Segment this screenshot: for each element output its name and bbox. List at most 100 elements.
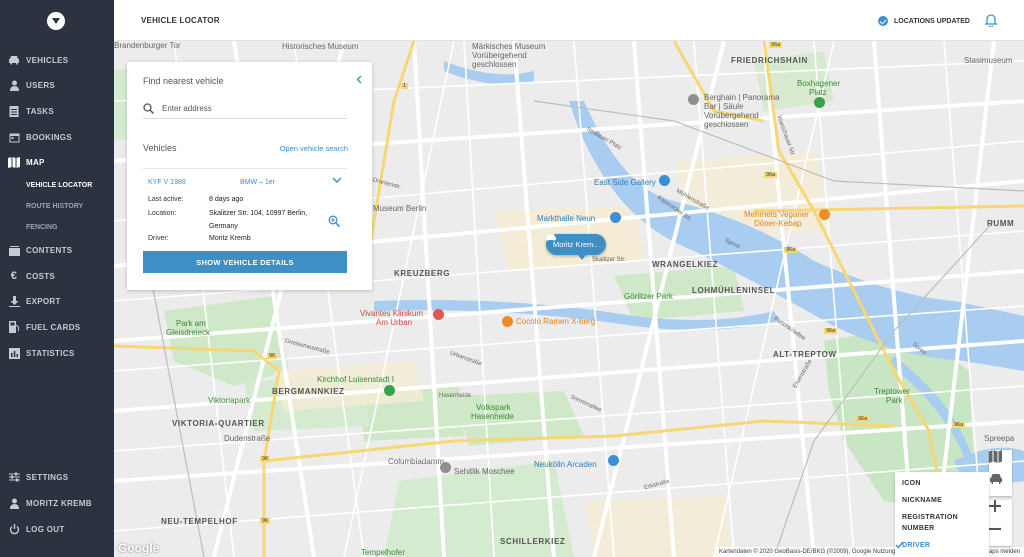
sidebar-item-map[interactable]: MAP: [0, 152, 114, 172]
map-label: Vivantes Klinikum: [360, 309, 423, 318]
label-option-registration-line2[interactable]: NUMBER: [902, 525, 935, 532]
map-label: Gleisdreieck: [166, 328, 211, 337]
chart-icon: [8, 347, 20, 359]
restaurant-poi-icon[interactable]: [819, 209, 830, 220]
map-street-label: Hasenheide: [439, 393, 472, 399]
sidebar-item-users[interactable]: USERS: [0, 75, 114, 95]
map-district-label: RUMM: [987, 219, 1015, 228]
sidebar-item-bookings[interactable]: BOOKINGS: [0, 127, 114, 147]
sidebar-item-contents[interactable]: CONTENTS: [0, 240, 114, 260]
vehicle-label-toggle[interactable]: [989, 473, 1012, 496]
map-district-label: BERGMANNKIEZ: [272, 387, 345, 396]
vehicle-plate[interactable]: KYF V 1988: [148, 179, 186, 186]
map-icon: [8, 156, 20, 168]
map-district-label: WRANGELKIEZ: [652, 260, 719, 269]
user-icon: [8, 79, 20, 91]
power-icon: [8, 523, 20, 535]
sidebar-item-export[interactable]: EXPORT: [0, 291, 114, 311]
driver-label: Driver:: [148, 235, 169, 242]
map-label: East Side Gallery: [594, 178, 656, 187]
sidebar: VEHICLES USERS TASKS BOOKINGS MAP VEHICL…: [0, 0, 114, 557]
label-option-icon[interactable]: ICON: [902, 480, 921, 487]
map-district-label: LOHMÜHLENINSEL: [692, 286, 776, 295]
sidebar-item-label: TASKS: [26, 106, 55, 116]
status-text: LOCATIONS UPDATED: [894, 17, 970, 25]
sidebar-item-profile[interactable]: MORITZ KREMB: [0, 493, 114, 513]
address-input[interactable]: [162, 104, 332, 113]
sidebar-item-costs[interactable]: € COSTS: [0, 266, 114, 286]
road-shield: 96a: [769, 42, 783, 48]
map-district-label: KREUZBERG: [394, 269, 451, 278]
hospital-poi-icon[interactable]: [433, 309, 444, 320]
sidebar-item-label: LOG OUT: [26, 524, 65, 534]
sidebar-item-logout[interactable]: LOG OUT: [0, 519, 114, 539]
map-label: Brandenburger Tor: [114, 41, 181, 50]
bell-icon[interactable]: [984, 13, 998, 27]
map-street-label: Dudenstraße: [224, 434, 271, 443]
map-district-label: ALT-TREPTOW: [773, 350, 837, 359]
sidebar-item-settings[interactable]: SETTINGS: [0, 467, 114, 487]
sidebar-item-label: EXPORT: [26, 296, 61, 306]
euro-icon: €: [10, 270, 18, 282]
label-option-nickname[interactable]: NICKNAME: [902, 497, 942, 504]
park-poi-icon[interactable]: [384, 385, 395, 396]
map-label: Volkspark: [476, 403, 511, 412]
vehicle-model[interactable]: BMW – 1er: [240, 179, 275, 186]
chevron-down-icon[interactable]: [332, 177, 342, 184]
road-shield: 96a: [784, 247, 798, 253]
map-label: Berghain | Panorama: [704, 93, 780, 102]
sidebar-item-tasks[interactable]: TASKS: [0, 101, 114, 121]
map-label: Görlitzer Park: [624, 292, 673, 301]
map-label: Am Urban: [376, 318, 413, 327]
app-logo-icon[interactable]: [47, 12, 65, 30]
vehicle-marker[interactable]: Moritz Krem..: [546, 234, 606, 260]
map-label: Neukölln Arcaden: [534, 460, 597, 469]
map-type-button[interactable]: [989, 450, 1012, 473]
shopping-poi-icon[interactable]: [610, 212, 621, 223]
map-label: geschlossen: [704, 120, 749, 129]
poi-icon[interactable]: [688, 94, 699, 105]
zoom-to-location-icon[interactable]: [328, 215, 340, 227]
label-option-driver[interactable]: DRIVER: [902, 542, 930, 549]
sidebar-item-label: COSTS: [26, 271, 56, 281]
map-label: Tempelhofer: [361, 548, 406, 557]
label-option-registration[interactable]: REGISTRATION: [902, 514, 958, 521]
road-shield: 96: [260, 456, 271, 462]
shopping-poi-icon[interactable]: [608, 455, 619, 466]
vehicle-card: KYF V 1988 BMW – 1er Last active: 8 days…: [143, 168, 347, 273]
search-icon: [143, 103, 154, 114]
road-shield: 96: [267, 353, 278, 359]
map-label: Kirchhof Luisenstadt I: [317, 375, 394, 384]
sidebar-item-statistics[interactable]: STATISTICS: [0, 343, 114, 363]
road-shield: 96a: [856, 416, 870, 422]
sidebar-item-fuel-cards[interactable]: FUEL CARDS: [0, 317, 114, 337]
location-label: Location:: [148, 210, 177, 217]
restaurant-poi-icon[interactable]: [502, 316, 513, 327]
sidebar-item-vehicles[interactable]: VEHICLES: [0, 50, 114, 70]
vehicle-marker-label: Moritz Krem..: [553, 240, 598, 249]
show-vehicle-details-button[interactable]: SHOW VEHICLE DETAILS: [143, 251, 347, 273]
fuel-card-icon: [8, 321, 20, 333]
mosque-poi-icon[interactable]: [440, 462, 451, 473]
open-vehicle-search-link[interactable]: Open vehicle search: [280, 144, 348, 153]
collapse-panel-chevron-icon[interactable]: [356, 75, 362, 87]
zoom-out-button[interactable]: [989, 523, 1012, 546]
sidebar-subitem-fencing[interactable]: FENCING: [26, 224, 58, 231]
sidebar-item-label: FUEL CARDS: [26, 322, 81, 332]
map-label: Bar | Säule: [704, 102, 744, 111]
panel-heading: Find nearest vehicle: [143, 76, 224, 86]
sidebar-subitem-vehicle-locator[interactable]: VEHICLE LOCATOR: [26, 182, 92, 189]
sidebar-subitem-route-history[interactable]: ROUTE HISTORY: [26, 203, 83, 210]
zoom-in-button[interactable]: [989, 500, 1012, 523]
road-shield: 1: [401, 83, 409, 89]
map-label: Park: [886, 396, 903, 405]
map-label: Mehmets Veganer: [744, 210, 809, 219]
map-district-label: FRIEDRICHSHAIN: [731, 56, 808, 65]
map-label: Vorübergehend: [704, 111, 759, 120]
map-street-label: Skalitzer Str.: [592, 257, 626, 263]
attraction-poi-icon[interactable]: [659, 175, 670, 186]
driver-value: Moritz Kremb: [209, 235, 251, 242]
map-label: Hasenheide: [471, 412, 514, 421]
park-poi-icon[interactable]: [814, 97, 825, 108]
map-label: Boxhagener: [797, 79, 841, 88]
